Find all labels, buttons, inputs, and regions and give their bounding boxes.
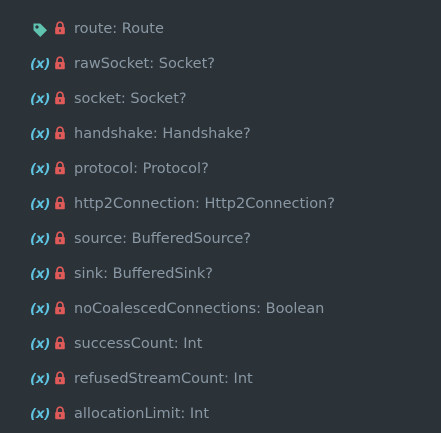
variable-icon: (x) (30, 126, 51, 142)
outline-item-label: refusedStreamCount: Int (74, 371, 253, 387)
outline-item-rawsocket[interactable]: (x) rawSocket: Socket? (0, 49, 441, 79)
outline-item-allocationlimit[interactable]: (x) allocationLimit: Int (0, 399, 441, 429)
variable-icon: (x) (30, 301, 51, 317)
variable-icon: (x) (30, 56, 51, 72)
lock-icon (55, 126, 65, 140)
outline-item-label: successCount: Int (74, 336, 203, 352)
tag-icon (33, 23, 47, 37)
outline-item-nocoalescedconnections[interactable]: (x) noCoalescedConnections: Boolean (0, 294, 441, 324)
variable-icon: (x) (30, 91, 51, 107)
outline-item-http2connection[interactable]: (x) http2Connection: Http2Connection? (0, 189, 441, 219)
outline-item-socket[interactable]: (x) socket: Socket? (0, 84, 441, 114)
outline-item-label: rawSocket: Socket? (74, 56, 215, 72)
outline-item-handshake[interactable]: (x) handshake: Handshake? (0, 119, 441, 149)
outline-item-refusedstreamcount[interactable]: (x) refusedStreamCount: Int (0, 364, 441, 394)
variable-icon: (x) (30, 231, 51, 247)
variable-icon: (x) (30, 196, 51, 212)
lock-icon (55, 161, 65, 175)
outline-item-label: sink: BufferedSink? (74, 266, 213, 282)
outline-item-label: route: Route (74, 21, 164, 37)
variable-icon: (x) (30, 336, 51, 352)
outline-item-label: source: BufferedSource? (74, 231, 251, 247)
outline-item-sink[interactable]: (x) sink: BufferedSink? (0, 259, 441, 289)
lock-icon (55, 196, 65, 210)
lock-icon (55, 21, 65, 35)
outline-panel: route: Route (x) rawSocket: Socket? (x) … (0, 0, 441, 433)
lock-icon (55, 406, 65, 420)
outline-item-label: noCoalescedConnections: Boolean (74, 301, 325, 317)
outline-item-partial[interactable] (0, 0, 441, 8)
lock-icon (55, 56, 65, 70)
variable-icon: (x) (30, 266, 51, 282)
lock-icon (55, 336, 65, 350)
outline-item-label: protocol: Protocol? (74, 161, 209, 177)
outline-item-label: allocationLimit: Int (74, 406, 210, 422)
outline-item-label: handshake: Handshake? (74, 126, 251, 142)
outline-item-route[interactable]: route: Route (0, 14, 441, 44)
lock-icon (55, 266, 65, 280)
variable-icon: (x) (30, 371, 51, 387)
outline-item-label: socket: Socket? (74, 91, 187, 107)
variable-icon: (x) (30, 406, 51, 422)
lock-icon (55, 301, 65, 315)
outline-item-source[interactable]: (x) source: BufferedSource? (0, 224, 441, 254)
outline-item-successcount[interactable]: (x) successCount: Int (0, 329, 441, 359)
outline-item-label: http2Connection: Http2Connection? (74, 196, 335, 212)
lock-icon (55, 231, 65, 245)
variable-icon: (x) (30, 161, 51, 177)
outline-item-protocol[interactable]: (x) protocol: Protocol? (0, 154, 441, 184)
lock-icon (55, 91, 65, 105)
lock-icon (55, 371, 65, 385)
